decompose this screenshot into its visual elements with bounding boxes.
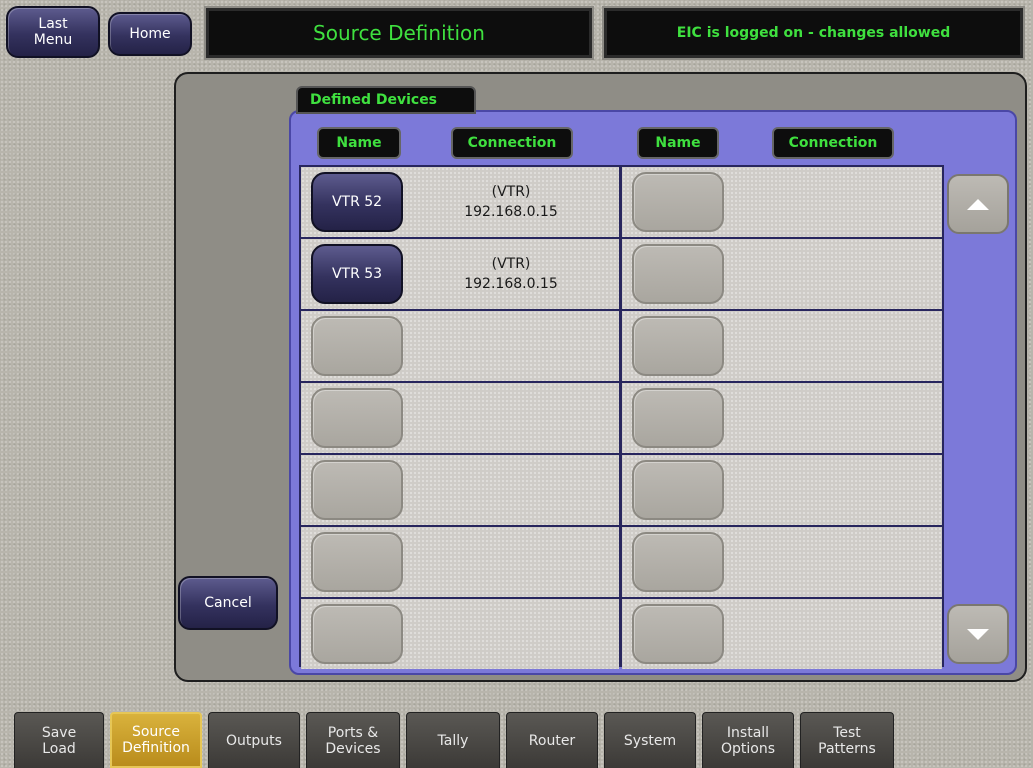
triangle-down-icon (967, 628, 989, 640)
tab-tally[interactable]: Tally (406, 712, 500, 768)
defined-devices-tab: Defined Devices (296, 86, 476, 114)
title-panel: Source Definition (206, 8, 592, 58)
device-name-button[interactable]: VTR 52 (311, 172, 403, 232)
tab-system[interactable]: System (604, 712, 696, 768)
scroll-down-button[interactable] (947, 604, 1009, 664)
device-name-button[interactable] (632, 532, 724, 592)
device-name-button[interactable] (632, 388, 724, 448)
tab-router[interactable]: Router (506, 712, 598, 768)
col-header-name-left: Name (317, 127, 401, 159)
triangle-up-icon (967, 198, 989, 210)
device-grid: VTR 52 (VTR) 192.168.0.15 VTR 53 (VTR) 192.16… (299, 165, 944, 669)
col-header-connection-right: Connection (772, 127, 894, 159)
connection-type: (VTR) (491, 256, 531, 272)
device-name-button[interactable] (311, 604, 403, 664)
device-name-button[interactable] (632, 460, 724, 520)
device-connection: (VTR) 192.168.0.15 (411, 254, 611, 294)
device-row-right-4 (622, 383, 942, 453)
tab-test-patterns[interactable]: Test Patterns (800, 712, 894, 768)
cancel-button[interactable]: Cancel (178, 576, 278, 630)
device-row-right-5 (622, 455, 942, 525)
device-row-left-6 (301, 527, 619, 597)
tab-ports-devices[interactable]: Ports & Devices (306, 712, 400, 768)
device-name-button[interactable] (311, 316, 403, 376)
tab-install-options[interactable]: Install Options (702, 712, 794, 768)
device-row-left-3 (301, 311, 619, 381)
tab-source-definition[interactable]: Source Definition (110, 712, 202, 768)
tab-outputs[interactable]: Outputs (208, 712, 300, 768)
device-name-button[interactable] (311, 532, 403, 592)
device-connection: (VTR) 192.168.0.15 (411, 182, 611, 222)
device-name-button[interactable] (632, 244, 724, 304)
device-row-left-4 (301, 383, 619, 453)
home-button[interactable]: Home (108, 12, 192, 56)
scroll-up-button[interactable] (947, 174, 1009, 234)
status-panel: EIC is logged on - changes allowed (604, 8, 1023, 58)
device-name-button[interactable] (311, 460, 403, 520)
device-row-right-2 (622, 239, 942, 309)
device-name-button[interactable] (632, 172, 724, 232)
device-name-button[interactable]: VTR 53 (311, 244, 403, 304)
device-row-left-7 (301, 599, 619, 669)
col-header-name-right: Name (637, 127, 719, 159)
device-name-button[interactable] (632, 604, 724, 664)
connection-type: (VTR) (491, 184, 531, 200)
connection-address: 192.168.0.15 (464, 204, 558, 220)
page-title: Source Definition (313, 21, 485, 45)
device-row-left-1: VTR 52 (VTR) 192.168.0.15 (301, 167, 619, 237)
device-row-left-2: VTR 53 (VTR) 192.168.0.15 (301, 239, 619, 309)
device-row-right-3 (622, 311, 942, 381)
device-row-right-7 (622, 599, 942, 669)
last-menu-button[interactable]: Last Menu (6, 6, 100, 58)
device-row-right-6 (622, 527, 942, 597)
status-message: EIC is logged on - changes allowed (676, 25, 951, 41)
device-name-button[interactable] (632, 316, 724, 376)
connection-address: 192.168.0.15 (464, 276, 558, 292)
col-header-connection-left: Connection (451, 127, 573, 159)
tab-save-load[interactable]: Save Load (14, 712, 104, 768)
device-name-button[interactable] (311, 388, 403, 448)
device-row-left-5 (301, 455, 619, 525)
device-row-right-1 (622, 167, 942, 237)
